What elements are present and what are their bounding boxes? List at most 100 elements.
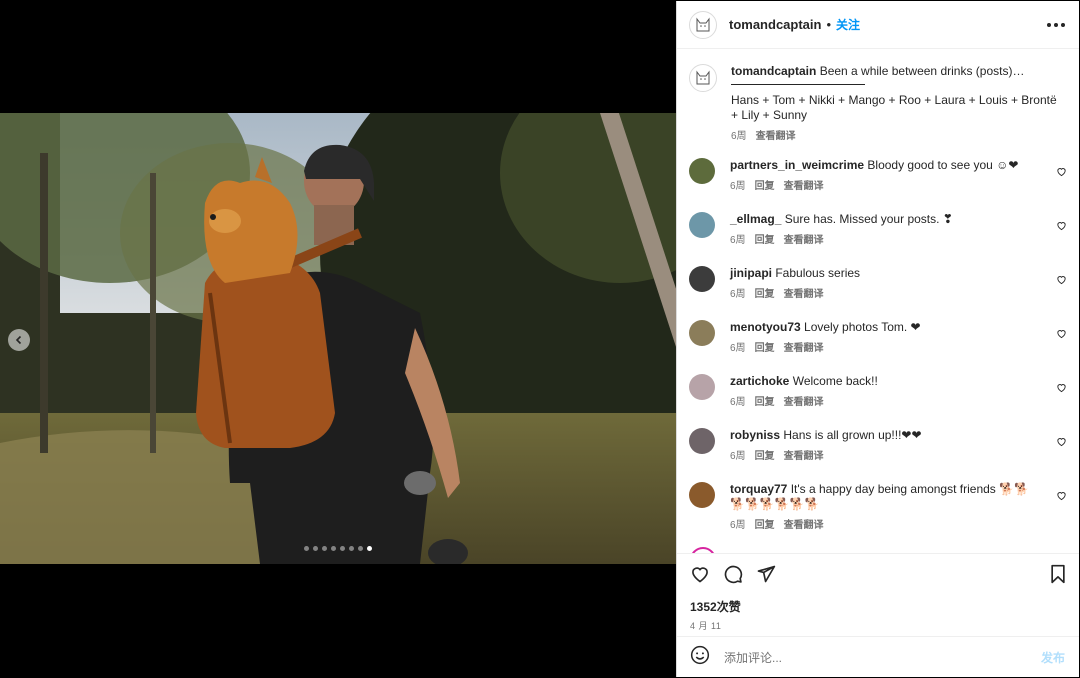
comment-username[interactable]: jinipapi [730,266,772,280]
pagination-dot [313,546,318,551]
comment-item: jinipapi Fabulous series 6周 回复 查看翻译 [689,266,1067,302]
comment-time[interactable]: 6周 [730,518,746,533]
follow-button[interactable]: 关注 [836,16,860,33]
avatar[interactable] [689,320,715,346]
smiley-icon [690,645,710,665]
avatar[interactable] [689,10,717,39]
avatar[interactable] [689,212,715,238]
comments-list[interactable]: tomandcaptain Been a while between drink… [677,50,1079,553]
avatar[interactable] [689,266,715,292]
see-translation-button[interactable]: 查看翻译 [784,518,824,533]
comment-time[interactable]: 6周 [730,287,746,302]
comment-button[interactable] [723,564,743,584]
comment-text: Sure has. Missed your posts. ❣ [784,212,953,226]
photo-pagination [0,546,676,551]
avatar[interactable] [689,158,715,184]
like-button[interactable] [690,564,710,584]
avatar[interactable] [689,374,715,400]
avatar[interactable] [689,64,717,92]
bookmark-icon [1051,564,1065,584]
reply-button[interactable]: 回复 [755,395,775,410]
chevron-left-icon [15,335,22,345]
like-comment-button[interactable] [1056,218,1067,236]
emoji-button[interactable] [690,645,710,670]
caption-text: Been a while between drinks (posts)… [819,64,1025,78]
like-comment-button[interactable] [1056,326,1067,344]
avatar[interactable] [689,428,715,454]
avatar[interactable] [689,482,715,508]
see-translation-button[interactable]: 查看翻译 [784,287,824,302]
comment-text: Hans is all grown up!!!❤❤ [783,428,922,442]
cat-logo-icon [696,70,710,85]
like-comment-button[interactable] [1056,164,1067,182]
more-options-button[interactable] [1047,22,1065,27]
comment-text: Welcome back!! [792,374,878,388]
post-sidebar: tomandcaptain • 关注 tomandcaptain Been a … [676,1,1079,677]
pagination-dot [358,546,363,551]
comment-text: Fabulous series [775,266,861,280]
pagination-dot [349,546,354,551]
comment-time[interactable]: 6周 [730,449,746,464]
comment-time[interactable]: 6周 [730,233,746,248]
comment-item: _ellmag_ Sure has. Missed your posts. ❣ … [689,212,1067,248]
photo-image [0,113,676,564]
post-photo[interactable] [0,113,676,564]
post-comment-button[interactable]: 发布 [1041,649,1065,666]
see-translation-button[interactable]: 查看翻译 [784,179,824,194]
caption-username[interactable]: tomandcaptain [731,64,816,78]
comment-time[interactable]: 6周 [730,395,746,410]
comment-time[interactable]: 6周 [731,129,747,144]
previous-photo-button[interactable] [8,329,30,351]
see-translation-button[interactable]: 查看翻译 [784,233,824,248]
heart-outline-icon [1057,492,1066,501]
heart-outline-icon [692,567,708,583]
comment-time[interactable]: 6周 [730,179,746,194]
comment-username[interactable]: torquay77 [730,482,787,496]
cat-logo-icon [696,17,710,31]
caption: tomandcaptain Been a while between drink… [677,50,1079,144]
comment-item: robyniss Hans is all grown up!!!❤❤ 6周 回复查… [689,428,1067,464]
comment-username[interactable]: zartichoke [730,374,789,388]
caption-divider [731,82,865,85]
comment-username[interactable]: robyniss [730,428,780,442]
heart-outline-icon [1057,384,1066,393]
comment-bubble-icon [724,565,743,584]
action-bar [677,554,1079,594]
see-translation-button[interactable]: 查看翻译 [784,341,824,356]
pagination-dot [331,546,336,551]
see-translation-button[interactable]: 查看翻译 [784,395,824,410]
like-comment-button[interactable] [1056,488,1067,506]
save-button[interactable] [1049,564,1067,584]
see-translation-button[interactable]: 查看翻译 [756,129,796,144]
comment-username[interactable]: menotyou73 [730,320,801,334]
share-button[interactable] [756,564,776,584]
heart-outline-icon [1057,330,1066,339]
comment-item: torquay77 It's a happy day being amongst… [689,482,1067,533]
reply-button[interactable]: 回复 [755,233,775,248]
comment-input[interactable] [722,649,1041,666]
add-comment-bar: 发布 [677,636,1079,678]
post-header: tomandcaptain • 关注 [677,1,1079,49]
more-dot-icon [1061,22,1065,27]
heart-outline-icon [1057,168,1066,177]
see-translation-button[interactable]: 查看翻译 [784,449,824,464]
like-comment-button[interactable] [1056,434,1067,452]
reply-button[interactable]: 回复 [755,518,775,533]
likes-count[interactable]: 1352次赞 [677,598,1079,615]
comment-text: Lovely photos Tom. ❤ [804,320,921,334]
more-dot-icon [1047,22,1051,27]
reply-button[interactable]: 回复 [755,179,775,194]
comment-username[interactable]: _ellmag_ [730,212,781,226]
reply-button[interactable]: 回复 [755,449,775,464]
comment-item: menotyou73 Lovely photos Tom. ❤ 6周 回复 查看翻译 [689,320,1067,356]
like-comment-button[interactable] [1056,380,1067,398]
pagination-dot [322,546,327,551]
header-username[interactable]: tomandcaptain [729,17,821,32]
comment-username[interactable]: partners_in_weimcrime [730,158,864,172]
reply-button[interactable]: 回复 [755,341,775,356]
like-comment-button[interactable] [1056,272,1067,290]
reply-button[interactable]: 回复 [755,287,775,302]
heart-outline-icon [1057,222,1066,231]
post-media [0,0,676,678]
comment-time[interactable]: 6周 [730,341,746,356]
